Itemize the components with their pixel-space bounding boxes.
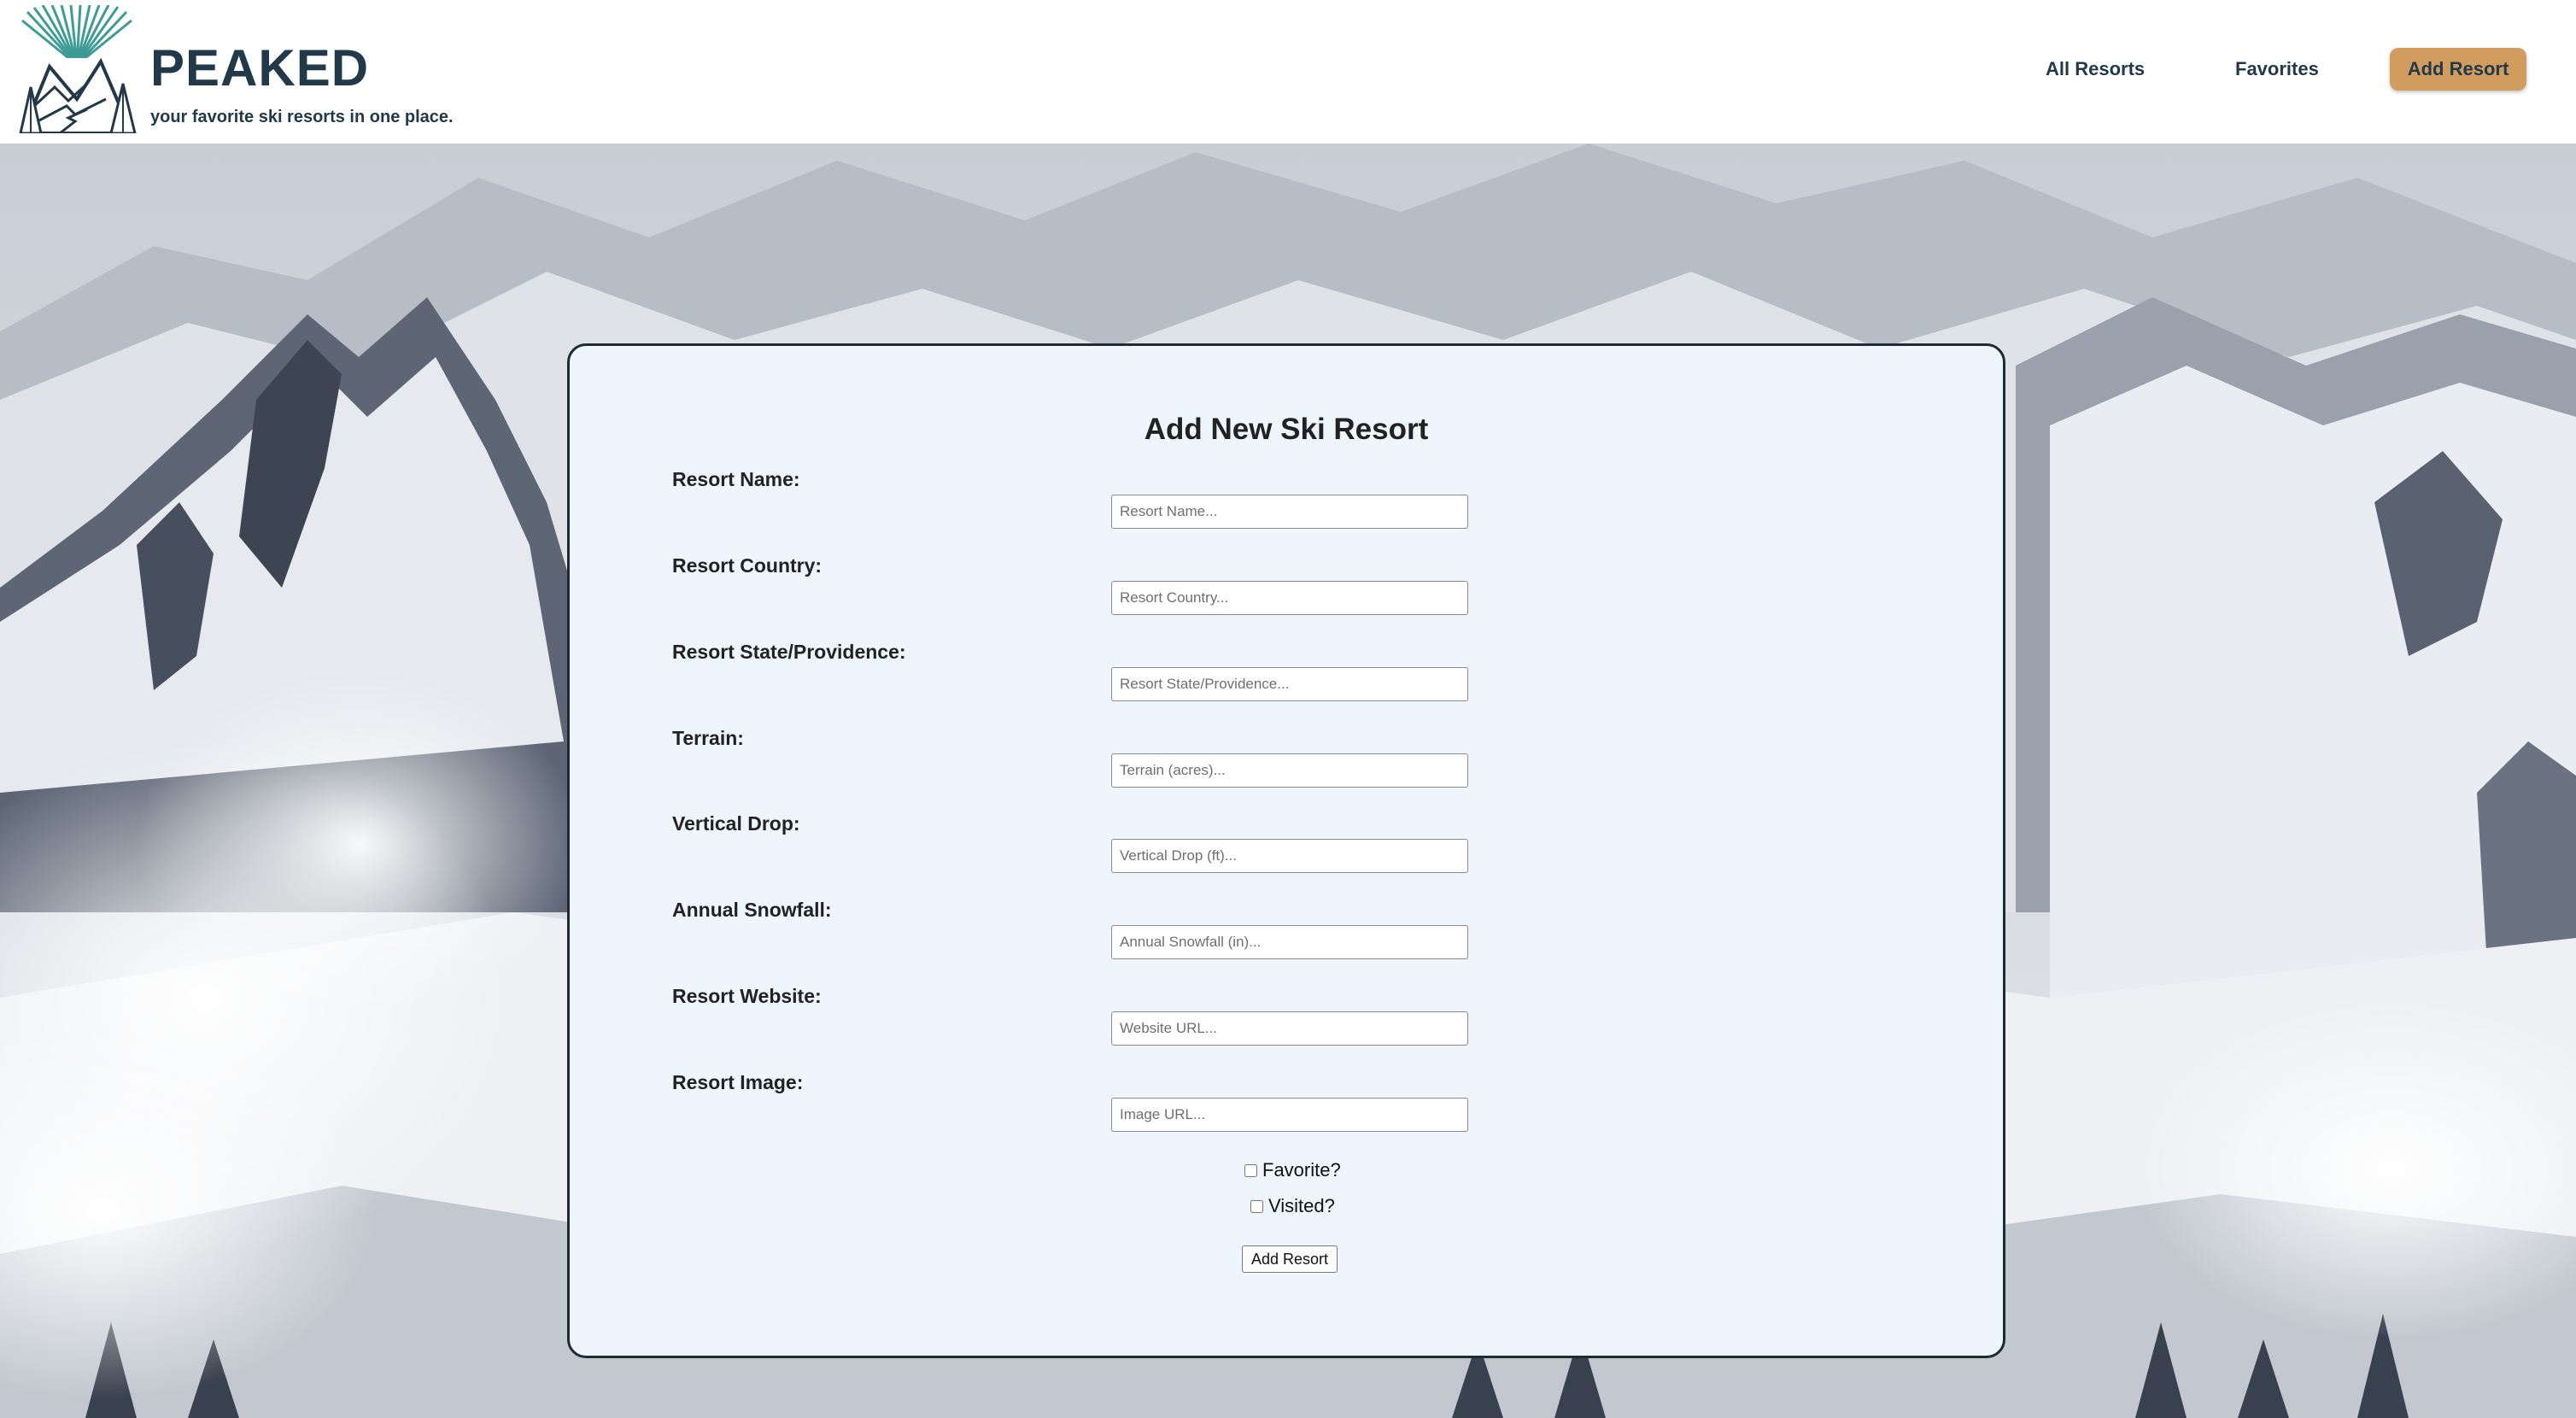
favorite-checkbox-row: Favorite? [1244, 1159, 1341, 1181]
vertical-drop-input[interactable] [1111, 839, 1468, 873]
annual-snowfall-label: Annual Snowfall: [672, 899, 832, 921]
visited-checkbox-label: Visited? [1268, 1195, 1335, 1216]
resort-country-input[interactable] [1111, 581, 1468, 615]
peaked-logo-icon[interactable] [15, 5, 138, 133]
nav-favorites[interactable]: Favorites [2235, 58, 2319, 80]
favorite-checkbox[interactable] [1244, 1163, 1257, 1177]
visited-checkbox[interactable] [1250, 1199, 1263, 1213]
resort-state-input[interactable] [1111, 667, 1468, 701]
resort-country-label: Resort Country: [672, 554, 823, 577]
add-resort-submit-button[interactable]: Add Resort [1242, 1245, 1338, 1273]
resort-name-label: Resort Name: [672, 468, 800, 490]
resort-website-input[interactable] [1111, 1011, 1468, 1046]
form-title: Add New Ski Resort [1144, 413, 1429, 446]
resort-state-label: Resort State/Providence: [672, 641, 906, 663]
terrain-label: Terrain: [672, 727, 744, 749]
resort-name-input[interactable] [1111, 495, 1468, 529]
visited-checkbox-row: Visited? [1250, 1195, 1335, 1217]
nav-add-resort-button[interactable]: Add Resort [2390, 48, 2526, 91]
nav-all-resorts[interactable]: All Resorts [2046, 58, 2145, 80]
add-resort-form-card: Add New Ski Resort Resort Name: Resort C… [567, 343, 2005, 1358]
brand-name: PEAKED [150, 39, 370, 97]
brand-tagline: your favorite ski resorts in one place. [150, 108, 454, 126]
site-header: PEAKED your favorite ski resorts in one … [0, 0, 2576, 144]
resort-image-label: Resort Image: [672, 1071, 804, 1093]
vertical-drop-label: Vertical Drop: [672, 812, 800, 835]
terrain-input[interactable] [1111, 753, 1468, 788]
annual-snowfall-input[interactable] [1111, 925, 1468, 959]
resort-website-label: Resort Website: [672, 985, 822, 1007]
resort-image-input[interactable] [1111, 1098, 1468, 1132]
favorite-checkbox-label: Favorite? [1262, 1159, 1341, 1181]
